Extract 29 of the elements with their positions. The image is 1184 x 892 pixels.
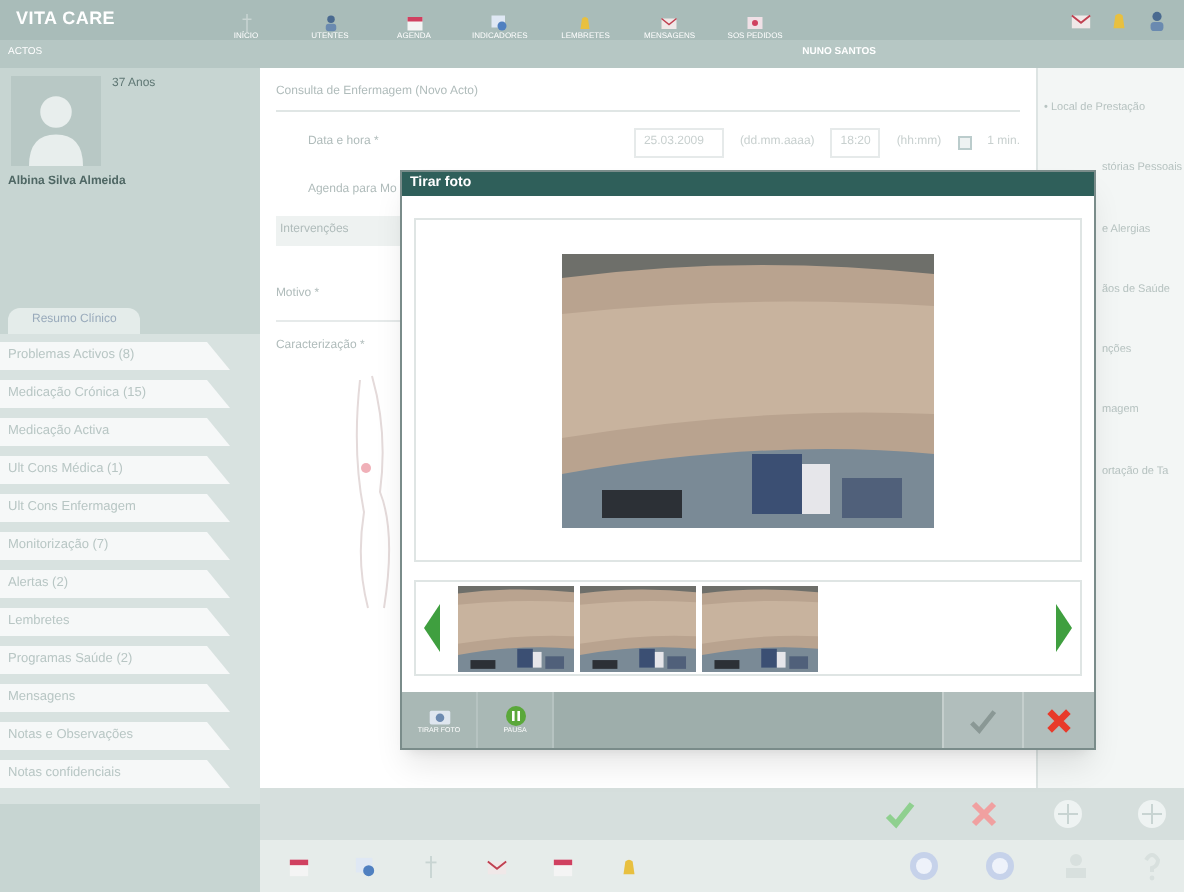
envelope-icon[interactable] [485,855,508,877]
person-icon[interactable] [1146,9,1168,31]
right-arrow-icon[interactable] [1056,604,1072,652]
alert-icon [746,14,765,32]
calendar-icon[interactable] [551,855,574,877]
left-arrow-icon[interactable] [424,604,440,652]
chart-icon [490,14,509,32]
envelope-icon [660,14,679,32]
disc-icon[interactable] [908,850,940,882]
bell-icon [576,14,595,32]
camera-icon [427,705,451,726]
person-icon [321,14,339,32]
avatar-icon [8,76,104,166]
chart-icon[interactable] [353,855,376,877]
check-icon [968,705,998,735]
calendar-icon[interactable] [287,855,310,877]
calendar-icon [405,14,423,32]
check-icon[interactable] [884,798,916,830]
checkbox[interactable] [957,136,972,150]
cross-icon [237,14,255,32]
pause-icon [503,705,527,726]
bell-icon[interactable] [1108,9,1130,31]
close-icon [1044,705,1074,735]
app-logo: VITA CARE [16,6,118,33]
close-button[interactable] [1022,692,1094,748]
close-icon[interactable] [968,798,1000,830]
disc-icon[interactable] [984,850,1016,882]
envelope-icon[interactable] [1070,9,1092,31]
confirm-button[interactable] [942,692,1022,748]
